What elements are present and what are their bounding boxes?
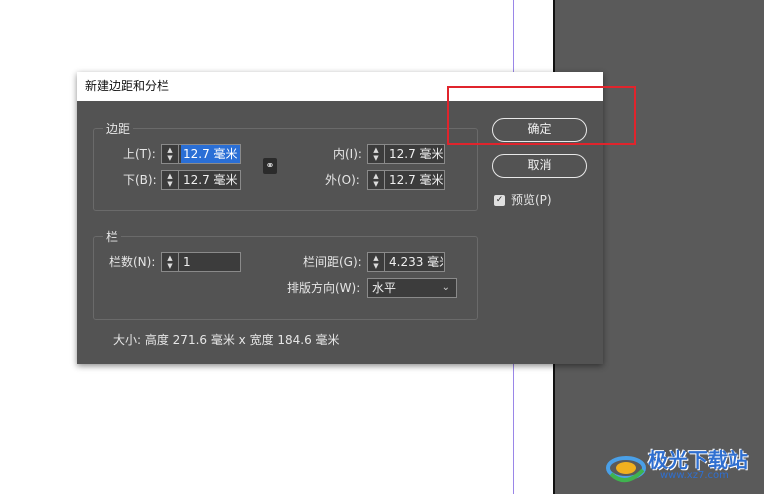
watermark-text: 极光下载站 <box>648 448 748 472</box>
top-margin-label: 上(T): <box>123 147 156 161</box>
outside-margin-label: 外(O): <box>325 173 360 187</box>
chevron-down-icon: ⌄ <box>441 282 450 293</box>
margins-legend: 边距 <box>103 120 134 137</box>
gutter-value[interactable]: 4.233 毫米 <box>389 253 443 271</box>
inside-margin-value[interactable]: 12.7 毫米 <box>389 145 444 163</box>
chain-link-icon[interactable]: ⚭ <box>263 158 277 174</box>
preview-label[interactable]: 预览(P) <box>511 190 552 210</box>
top-margin-value[interactable]: 12.7 毫米 <box>181 145 240 163</box>
direction-value: 水平 <box>372 281 397 295</box>
gutter-label: 栏间距(G): <box>303 255 362 269</box>
inside-margin-field[interactable]: ▲ ▼ 12.7 毫米 <box>367 144 445 164</box>
page-size-info: 大小: 高度 271.6 毫米 x 宽度 184.6 毫米 <box>113 333 340 347</box>
inside-margin-label: 内(I): <box>333 147 362 161</box>
spinner-arrows-icon[interactable]: ▲ ▼ <box>162 171 179 190</box>
spinner-arrows-icon[interactable]: ▲ ▼ <box>162 253 179 272</box>
watermark-logo-icon <box>606 456 646 482</box>
top-margin-field[interactable]: ▲ ▼ 12.7 毫米 <box>161 144 241 164</box>
bottom-margin-label: 下(B): <box>123 173 157 187</box>
outside-margin-value[interactable]: 12.7 毫米 <box>389 171 444 189</box>
column-count-label: 栏数(N): <box>109 255 156 269</box>
bottom-margin-field[interactable]: ▲ ▼ 12.7 毫米 <box>161 170 241 190</box>
direction-select[interactable]: 水平 ⌄ <box>367 278 457 298</box>
cancel-button[interactable]: 取消 <box>492 154 587 178</box>
column-count-field[interactable]: ▲ ▼ 1 <box>161 252 241 272</box>
watermark-url: www.xz7.com <box>660 470 729 481</box>
outside-margin-field[interactable]: ▲ ▼ 12.7 毫米 <box>367 170 445 190</box>
columns-legend: 栏 <box>103 228 122 245</box>
spinner-arrows-icon[interactable]: ▲ ▼ <box>368 253 385 272</box>
direction-label: 排版方向(W): <box>287 281 361 295</box>
highlight-annotation-box <box>447 86 636 145</box>
preview-checkbox[interactable]: ✓ <box>494 195 505 206</box>
gutter-field[interactable]: ▲▼ 4.233 毫米 <box>367 252 445 272</box>
spinner-arrows-icon[interactable]: ▲ ▼ <box>162 145 179 164</box>
spinner-arrows-icon[interactable]: ▲ ▼ <box>368 171 385 190</box>
bottom-margin-value[interactable]: 12.7 毫米 <box>183 171 238 189</box>
spinner-arrows-icon[interactable]: ▲ ▼ <box>368 145 385 164</box>
column-count-value[interactable]: 1 <box>183 253 191 271</box>
